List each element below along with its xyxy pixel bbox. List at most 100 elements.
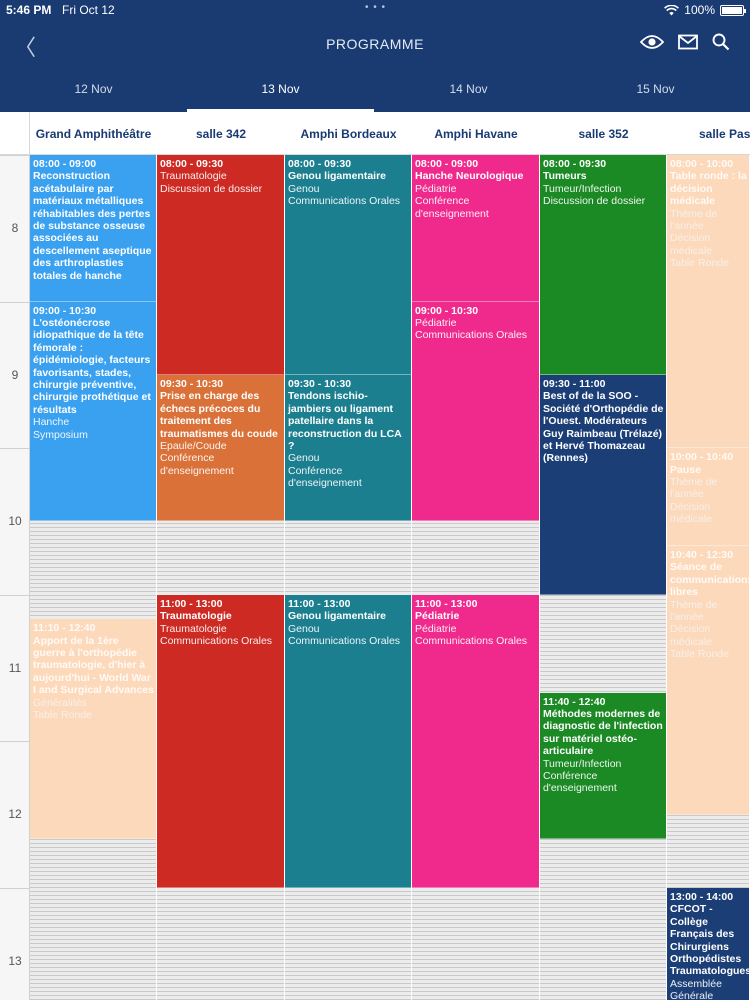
session-detail: Genou xyxy=(288,452,320,465)
session-card[interactable]: 11:00 - 13:00 Traumatologie Traumatologie C… xyxy=(157,594,284,888)
session-title: Genou ligamentaire xyxy=(288,170,387,183)
nav-bar: 〈 PROGRAMME xyxy=(0,20,750,68)
session-time: 09:00 - 10:30 xyxy=(33,304,97,317)
session-card[interactable]: 09:00 - 10:30 L'ostéonécrose idiopathique… xyxy=(30,301,156,522)
session-time: 08:00 - 09:00 xyxy=(415,158,479,170)
session-card[interactable]: 09:30 - 10:30 Prise en charge des échecs … xyxy=(157,374,284,522)
session-detail: Communications Orales xyxy=(415,329,528,342)
session-card[interactable]: 11:00 - 13:00 Genou ligamentaire Genou Comm… xyxy=(285,594,411,888)
session-title: Hanche Neurologique xyxy=(415,170,524,183)
tab-day-4[interactable]: 15 Nov xyxy=(562,68,749,112)
hour-label: 8 xyxy=(11,221,19,235)
hour-label: 12 xyxy=(8,807,22,822)
session-card[interactable]: 08:00 - 09:30 Traumatologie Discussion de … xyxy=(157,155,284,375)
session-detail: Thème de l'année xyxy=(670,476,718,501)
session-detail: Tumeur/Infection xyxy=(543,182,622,195)
session-title: Prise en charge des échecs précoces du t… xyxy=(160,390,278,440)
session-title: Pause xyxy=(670,463,701,476)
session-card[interactable]: 10:40 - 12:30 Séance de communications li… xyxy=(667,545,749,815)
session-time: 08:00 - 09:30 xyxy=(543,158,607,170)
session-time: 11:00 - 13:00 xyxy=(415,597,478,610)
session-card[interactable]: 11:40 - 12:40 Méthodes modernes de diagno… xyxy=(540,692,666,840)
session-detail: Thème de l'année xyxy=(670,207,718,233)
session-title: Table ronde : la décision médicale xyxy=(670,170,747,208)
session-time: 08:00 - 09:30 xyxy=(160,158,224,170)
session-time: 08:00 - 10:00 xyxy=(670,158,734,170)
session-card[interactable]: 09:30 - 10:30 Tendons ischio-jambiers ou … xyxy=(285,374,411,522)
page-title: PROGRAMME xyxy=(326,36,424,52)
session-card[interactable]: 08:00 - 10:00 Table ronde : la décision m… xyxy=(667,155,749,449)
session-detail: Pédiatrie xyxy=(415,317,457,329)
session-title: Méthodes modernes de diagnostic de l'inf… xyxy=(543,707,663,758)
mail-icon[interactable] xyxy=(678,33,698,51)
room-header-gutter xyxy=(0,112,30,155)
hour-divider xyxy=(0,155,30,156)
eye-icon[interactable] xyxy=(640,33,664,51)
session-detail: Pédiatrie xyxy=(415,622,457,635)
session-time: 13:00 - 14:00 xyxy=(670,891,734,903)
session-detail: Genou xyxy=(288,182,320,195)
session-detail: Traumatologie xyxy=(160,622,227,635)
session-card[interactable]: 11:00 - 13:00 Pédiatrie Pédiatrie Communica… xyxy=(412,594,539,888)
session-detail: Pédiatrie xyxy=(415,182,457,195)
hour-label: 13 xyxy=(8,954,22,968)
session-detail: Hanche xyxy=(33,416,70,429)
session-card[interactable]: 10:00 - 10:40 Pause Thème de l'année Décisi… xyxy=(667,448,749,546)
search-icon[interactable] xyxy=(712,33,730,51)
session-time: 08:00 - 09:30 xyxy=(288,158,352,170)
session-detail: Communications Orales xyxy=(288,635,401,648)
session-card[interactable]: 08:00 - 09:30 Genou ligamentaire Genou Comm… xyxy=(285,155,411,375)
session-title: Traumatologie xyxy=(160,610,232,623)
schedule-grid[interactable]: 8 9 10 11 12 13 08:00 - 09:00 Reconstruction ac… xyxy=(0,155,750,1000)
battery-percent: 100% xyxy=(684,3,715,17)
session-card[interactable]: 08:00 - 09:00 Reconstruction acétabulaire… xyxy=(30,155,156,302)
session-time: 08:00 - 09:00 xyxy=(33,158,97,170)
session-detail: Communications Orales xyxy=(415,635,528,648)
session-detail: Thème de l'année xyxy=(670,598,718,623)
hour-label: 9 xyxy=(11,367,19,382)
session-title: Reconstruction acétabulaire par matériau… xyxy=(33,170,152,282)
room-header-cell: Amphi Bordeaux xyxy=(300,126,397,141)
session-title: Tumeurs xyxy=(543,170,587,183)
session-detail: Tumeur/Infection xyxy=(543,757,622,770)
hour-divider xyxy=(0,301,30,303)
session-detail: Communications Orales xyxy=(160,635,273,648)
tab-day-1[interactable]: 12 Nov xyxy=(0,68,187,112)
session-title: Tendons ischio-jambiers ou ligament pate… xyxy=(288,390,402,452)
session-card[interactable]: 09:00 - 10:30 Pédiatrie Communications Ora… xyxy=(412,301,539,522)
session-detail: Conférence d'enseignement xyxy=(415,195,489,220)
day-tabs: 12 Nov 13 Nov 14 Nov 15 Nov xyxy=(0,68,750,112)
status-time: 5:46 PM xyxy=(6,3,52,17)
battery-icon xyxy=(720,4,746,16)
session-time: 09:30 - 10:30 xyxy=(288,377,352,390)
status-date: Fri Oct 12 xyxy=(62,3,115,17)
session-card[interactable]: 13:00 - 14:00 CFCOT - Collège Français de… xyxy=(667,888,749,1000)
session-time: 10:00 - 10:40 xyxy=(670,451,734,464)
session-detail: Conférence d'enseignement xyxy=(288,464,362,490)
room-header-cell: Amphi Havane xyxy=(434,126,518,141)
session-time: 09:30 - 11:00 xyxy=(543,377,606,390)
session-detail: Assemblée xyxy=(670,977,722,990)
session-card[interactable]: 09:30 - 11:00 Best of de la SOO - Société… xyxy=(540,374,666,595)
wifi-icon xyxy=(664,4,680,15)
hour-label: 11 xyxy=(8,660,22,675)
session-card[interactable]: 11:10 - 12:40 Apport de la 1ère guerre à … xyxy=(30,619,156,840)
session-card[interactable]: 08:00 - 09:00 Hanche Neurologique Pédiatri… xyxy=(412,155,539,302)
session-title: Apport de la 1ère guerre à l'orthopédie … xyxy=(33,634,154,697)
room-header: Grand Amphithéâtre salle 342 Amphi Borde… xyxy=(0,112,750,155)
session-detail: Genou xyxy=(288,622,320,635)
session-detail: Discussion de dossier xyxy=(543,195,646,208)
session-title: Genou ligamentaire xyxy=(288,610,387,623)
multitask-dots-icon: • • • xyxy=(365,2,387,13)
session-title: Best of de la SOO - Société d'Orthopédie… xyxy=(543,390,664,465)
session-detail: Table Ronde xyxy=(670,257,729,270)
session-card[interactable]: 08:00 - 09:30 Tumeurs Tumeur/Infection Disc… xyxy=(540,155,666,375)
session-time: 10:40 - 12:30 xyxy=(670,548,734,561)
tab-day-3[interactable]: 14 Nov xyxy=(375,68,562,112)
tab-day-2[interactable]: 13 Nov xyxy=(187,68,374,112)
status-bar: 5:46 PM Fri Oct 12 • • • 100% xyxy=(0,0,750,20)
session-title: L'ostéonécrose idiopathique de la tête f… xyxy=(33,317,151,416)
session-detail: Décision médicale xyxy=(670,232,713,257)
session-detail: Table Ronde xyxy=(33,709,92,722)
session-detail: Conférence d'enseignement xyxy=(160,452,234,477)
